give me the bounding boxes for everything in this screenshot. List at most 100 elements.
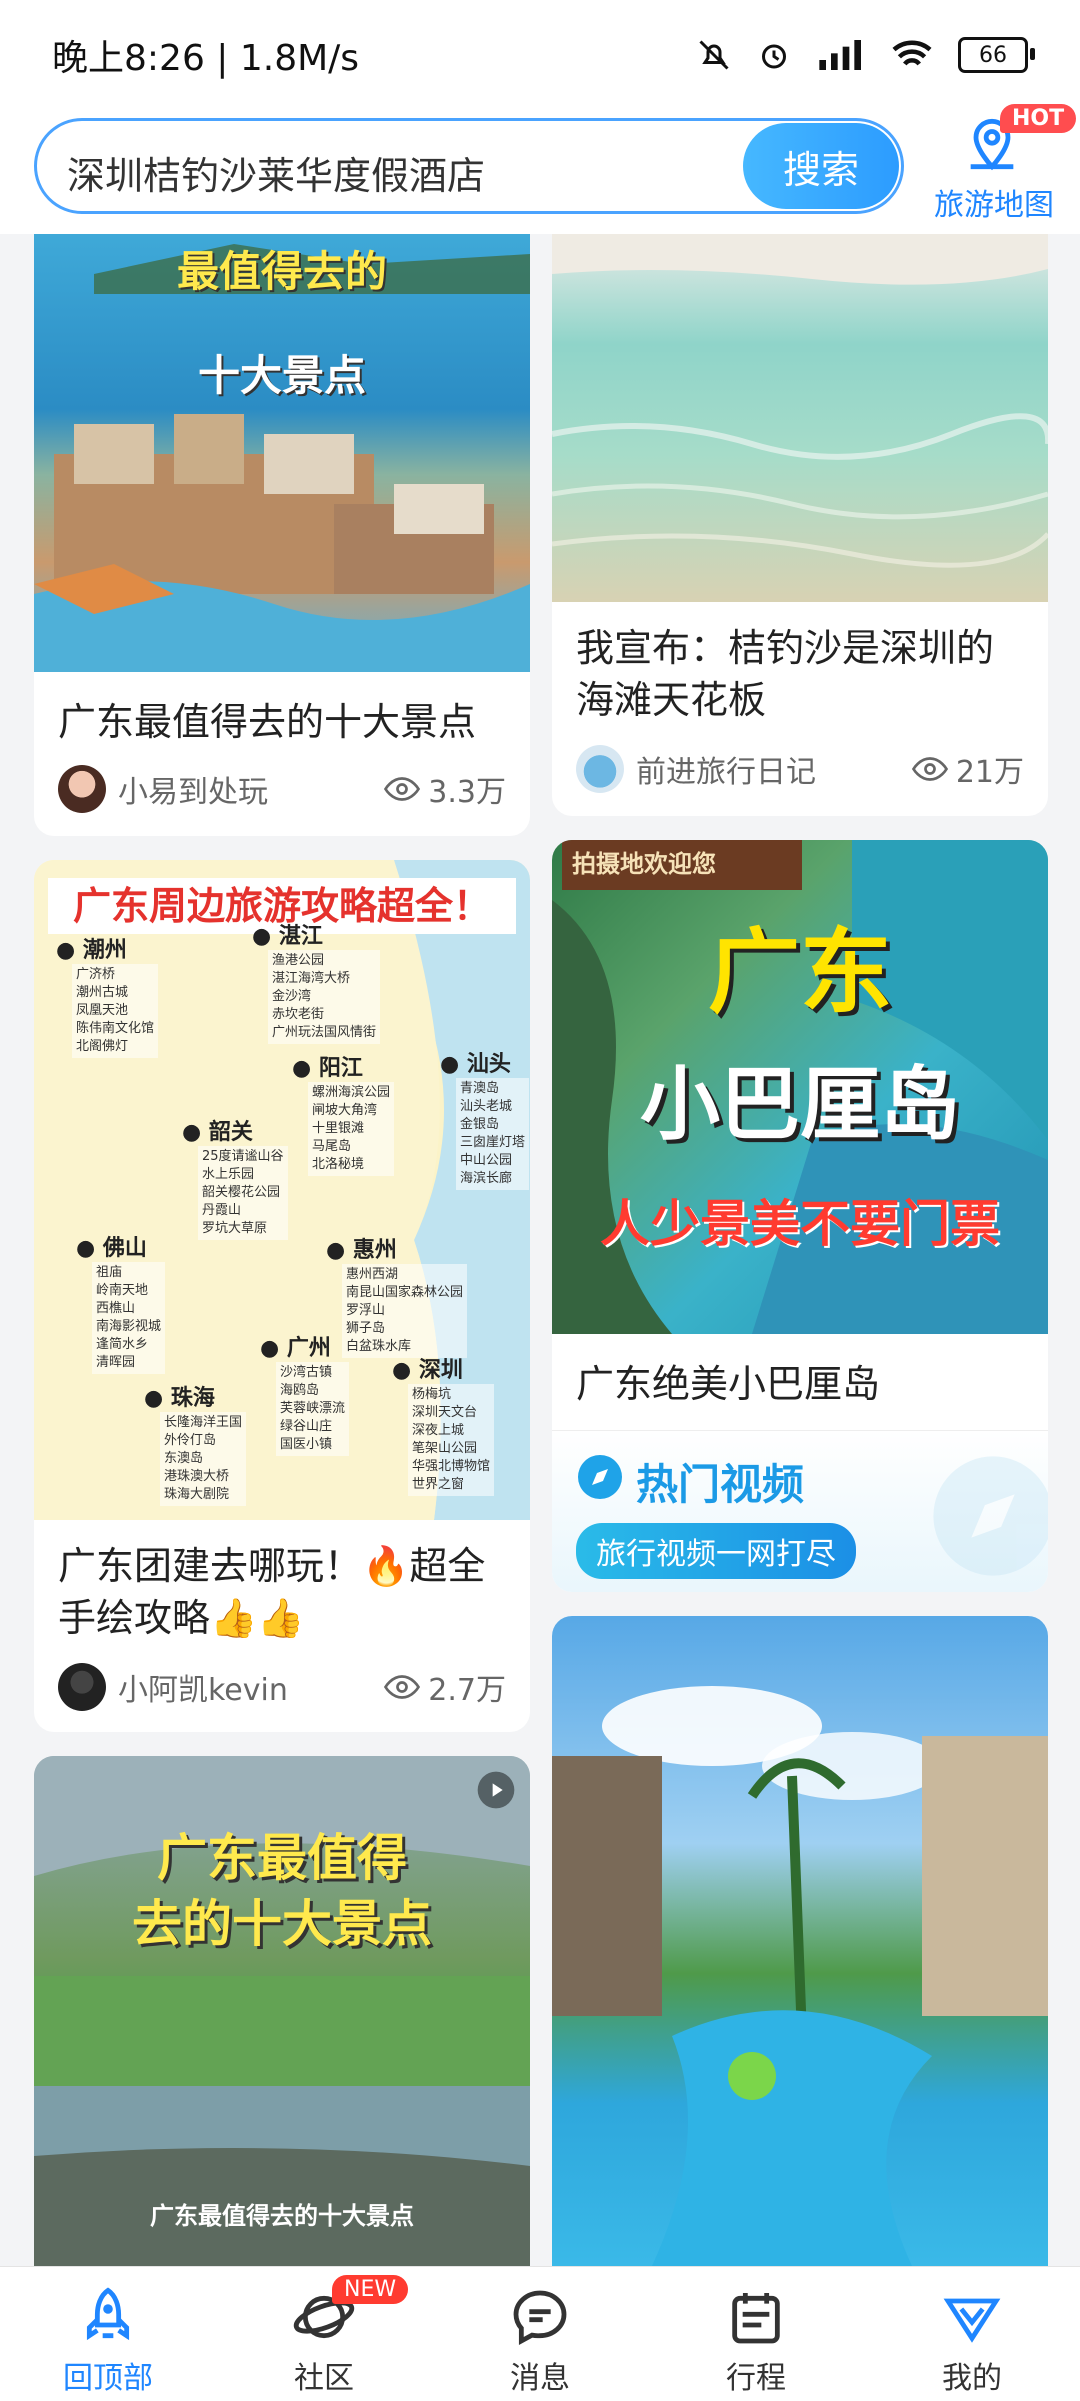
city-name: ● 广州 xyxy=(260,1336,331,1361)
card-5-overlay-caption: 广东最值得去的十大景点 xyxy=(150,2202,414,2230)
city-block: ● 深圳 杨梅坑 深圳天文台 深夜上城 笔架山公园 华强北博物馆 世界之窗 xyxy=(392,1352,495,1496)
card-5-overlay-title-1: 广东最值得 xyxy=(157,1829,407,1887)
hot-video-title: 热门视频 xyxy=(636,1460,805,1509)
eye-icon xyxy=(384,777,421,801)
avatar xyxy=(58,765,106,813)
card-1-view-count: 3.3万 xyxy=(428,775,506,810)
battery-level: 66 xyxy=(979,42,1007,68)
nav-label-community: 社区 xyxy=(294,2361,354,2396)
travel-map-button[interactable]: HOT 旅游地图 xyxy=(924,104,1077,230)
eye-icon xyxy=(384,1675,421,1699)
bottom-nav: 回顶部 NEW 社区 消息 行程 我的 xyxy=(0,2266,1080,2401)
card-4-signboard: 拍摄地欢迎您 xyxy=(572,850,716,878)
calendar-icon xyxy=(732,2293,780,2344)
rocket-icon xyxy=(86,2287,130,2341)
city-block: ● 珠海 长隆海洋王国 外伶仃岛 东澳岛 港珠澳大桥 珠海大剧院 xyxy=(144,1380,247,1506)
search-input[interactable]: 深圳桔钓沙莱华度假酒店 xyxy=(67,145,485,200)
feed-card-5[interactable]: 广东最值得 去的十大景点 广东最值得去的十大景点 xyxy=(34,1756,530,2266)
feed-card-2[interactable]: 我宣布：桔钓沙是深圳的海滩天花板 前进旅行日记 21万 xyxy=(552,234,1048,816)
card-4-overlay-mid: 小巴厘岛 xyxy=(640,1058,960,1151)
signal-icon xyxy=(819,40,861,70)
city-name: ● 湛江 xyxy=(252,924,323,949)
city-block: ● 汕头 青澳岛 汕头老城 金银岛 三囱崖灯塔 中山公园 海滨长廊 xyxy=(440,1046,530,1190)
compass-watermark-icon xyxy=(933,1456,1048,1576)
city-block: ● 湛江 渔港公园 湛江海湾大桥 金沙湾 赤坎老街 广州玩法国风情街 xyxy=(252,918,381,1044)
nav-item-community[interactable]: NEW 社区 xyxy=(216,2267,432,2401)
nav-label-messages: 消息 xyxy=(510,2361,570,2396)
video-play-icon[interactable] xyxy=(476,1770,516,1810)
card-1-title: 广东最值得去的十大景点 xyxy=(58,700,477,744)
city-spots: 25度请谧山谷 水上乐园 韶关樱花公园 丹霞山 罗坑大草原 xyxy=(198,1146,288,1240)
card-5-overlay-title-2: 去的十大景点 xyxy=(132,1895,432,1953)
message-icon xyxy=(513,2290,567,2346)
card-3-views: 2.7万 xyxy=(384,1665,506,1709)
city-spots: 沙湾古镇 海鸥岛 芙蓉峡漂流 绿谷山庄 国医小镇 xyxy=(276,1362,350,1456)
search-button[interactable]: 搜索 xyxy=(743,123,899,209)
card-2-views: 21万 xyxy=(911,747,1024,791)
card-1-meta: 小易到处玩 3.3万 xyxy=(58,764,506,814)
card-3-view-count: 2.7万 xyxy=(428,1673,506,1708)
city-name: ● 潮州 xyxy=(56,938,127,963)
resort-pool-photo xyxy=(552,1686,1048,2266)
card-3-author: 小阿凯kevin xyxy=(118,1673,288,1708)
coastal-village-photo xyxy=(34,244,530,672)
avatar xyxy=(576,745,624,793)
card-1-overlay-bottom: 十大景点 xyxy=(197,351,366,400)
card-1-author: 小易到处玩 xyxy=(118,775,268,810)
card-5-image: 广东最值得 去的十大景点 广东最值得去的十大景点 xyxy=(34,1756,530,2266)
city-name: ● 韶关 xyxy=(182,1120,253,1145)
status-icons: 66 xyxy=(696,37,1035,73)
feed-card-3[interactable]: 广东周边旅游攻略超全！ ● 潮州 广济桥 潮州古城 凤凰天池 陈伟南文化馆 北阁佛… xyxy=(34,860,530,1732)
city-name: ● 佛山 xyxy=(76,1236,147,1261)
status-time: 晚上8:26 | 1.8M/s xyxy=(52,38,360,79)
card-1-overlay-top: 最值得去的 xyxy=(176,247,387,296)
hot-video-tag[interactable]: 旅行视频一网打尽 xyxy=(576,1523,856,1579)
header: 深圳桔钓沙莱华度假酒店 搜索 HOT 旅游地图 xyxy=(0,104,1080,234)
card-4-title: 广东绝美小巴厘岛 xyxy=(576,1362,881,1406)
city-spots: 长隆海洋王国 外伶仃岛 东澳岛 港珠澳大桥 珠海大剧院 xyxy=(160,1412,247,1506)
city-block: ● 韶关 25度请谧山谷 水上乐园 韶关樱花公园 丹霞山 罗坑大草原 xyxy=(182,1114,288,1240)
feed-card-1[interactable]: 最值得去的 十大景点 广东最值得去的十大景点 小易到处玩 3.3万 xyxy=(34,234,530,836)
card-1-image: 最值得去的 十大景点 xyxy=(34,234,530,672)
card-4-overlay-bottom: 人少景美不要门票 xyxy=(600,1195,1000,1253)
city-name: ● 深圳 xyxy=(392,1358,463,1383)
hot-video-section[interactable]: 热门视频 旅行视频一网打尽 xyxy=(552,1430,1048,1592)
city-block: ● 广州 沙湾古镇 海鸥岛 芙蓉峡漂流 绿谷山庄 国医小镇 xyxy=(260,1330,350,1456)
feed-card-6[interactable] xyxy=(552,1616,1048,2266)
card-2-title: 我宣布：桔钓沙是深圳的海滩天花板 xyxy=(576,626,995,722)
nav-item-profile[interactable]: 我的 xyxy=(864,2267,1080,2401)
nav-label-profile: 我的 xyxy=(942,2361,1002,2396)
feed-card-4[interactable]: 拍摄地欢迎您 广东 小巴厘岛 人少景美不要门票 广东绝美小巴厘岛 热门视频 旅行… xyxy=(552,840,1048,1592)
search-bar[interactable]: 深圳桔钓沙莱华度假酒店 搜索 xyxy=(34,118,904,214)
city-name: ● 汕头 xyxy=(440,1052,511,1077)
wifi-icon xyxy=(892,40,932,66)
city-spots: 渔港公园 湛江海湾大桥 金沙湾 赤坎老街 广州玩法国风情街 xyxy=(268,950,381,1044)
city-name: ● 惠州 xyxy=(326,1238,397,1263)
status-bar: 晚上8:26 | 1.8M/s 66 xyxy=(0,0,1080,110)
card-2-meta: 前进旅行日记 21万 xyxy=(576,744,1024,794)
card-1-views: 3.3万 xyxy=(384,767,506,811)
card-6-image xyxy=(552,1616,1048,2266)
city-spots: 惠州西湖 南昆山国家森林公园 罗浮山 狮子岛 白盆珠水库 xyxy=(342,1264,468,1358)
nav-label-itinerary: 行程 xyxy=(726,2361,786,2396)
battery-indicator: 66 xyxy=(958,37,1035,73)
city-spots: 杨梅坑 深圳天文台 深夜上城 笔架山公园 华强北博物馆 世界之窗 xyxy=(408,1384,495,1496)
nav-item-messages[interactable]: 消息 xyxy=(432,2267,648,2401)
card-4-image: 拍摄地欢迎您 广东 小巴厘岛 人少景美不要门票 xyxy=(552,840,1048,1334)
card-2-author: 前进旅行日记 xyxy=(636,755,816,790)
city-block: ● 阳江 螺洲海滨公园 闸坡大角湾 十里银滩 马尾岛 北洛秘境 xyxy=(292,1050,395,1176)
eye-icon xyxy=(911,757,948,781)
new-badge: NEW xyxy=(332,2275,409,2304)
compass-icon xyxy=(578,1455,622,1499)
nav-item-back-to-top[interactable]: 回顶部 xyxy=(0,2267,216,2401)
avatar xyxy=(58,1663,106,1711)
clear-water-photo xyxy=(552,234,1048,568)
city-block: ● 潮州 广济桥 潮州古城 凤凰天池 陈伟南文化馆 北阁佛灯 xyxy=(56,932,159,1058)
city-name: ● 阳江 xyxy=(292,1056,363,1081)
card-2-image xyxy=(552,234,1048,602)
card-3-meta: 小阿凯kevin 2.7万 xyxy=(58,1662,506,1712)
city-spots: 祖庙 岭南天地 西樵山 南海影视城 逢简水乡 清晖园 xyxy=(92,1262,166,1374)
mute-icon xyxy=(699,40,729,70)
nav-label-back-to-top: 回顶部 xyxy=(63,2361,153,2396)
nav-item-itinerary[interactable]: 行程 xyxy=(648,2267,864,2401)
